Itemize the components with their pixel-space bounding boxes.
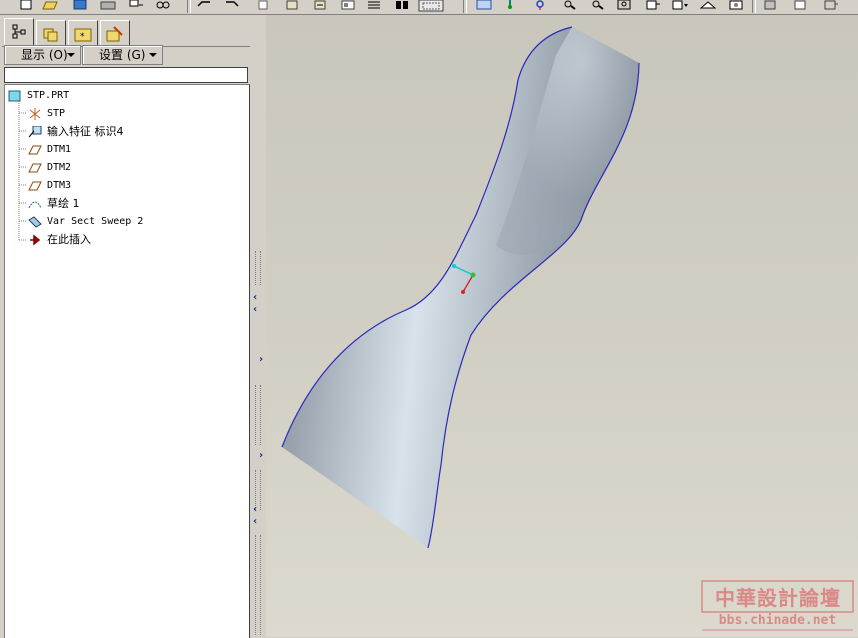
svg-text:*: * — [80, 32, 85, 42]
splitter-grip[interactable] — [255, 385, 261, 445]
redo-icon[interactable] — [224, 0, 240, 10]
tree-item-label: DTM1 — [47, 144, 72, 155]
print-icon[interactable] — [100, 0, 116, 10]
tree-item-label: DTM2 — [47, 162, 72, 173]
select-box-icon[interactable] — [418, 0, 444, 12]
hidden-line-icon[interactable] — [793, 0, 809, 10]
tree-item-label: Var Sect Sweep 2 — [47, 216, 144, 227]
tree-item-label: 在此插入 — [47, 233, 91, 246]
expand-right-icon[interactable]: › — [259, 355, 263, 365]
wireframe-icon[interactable] — [823, 0, 839, 10]
copy-icon[interactable] — [256, 0, 272, 10]
sweep-icon — [28, 216, 42, 228]
open-folder-icon[interactable] — [42, 0, 58, 10]
model-tree-tab[interactable] — [4, 18, 34, 47]
datum-plane-icon — [28, 162, 42, 174]
binoculars-icon[interactable] — [394, 0, 410, 10]
navigator-panel: * 显示 (O) 设置 (G) STP.PRT STP 输入特征 标识4 DTM… — [0, 15, 256, 638]
insert-here-arrow-icon — [28, 234, 42, 246]
watermark-title: 中華設計論壇 — [715, 586, 841, 610]
collapse-left-icon[interactable]: ‹ — [253, 293, 257, 303]
collapse-left-icon[interactable]: ‹ — [253, 505, 257, 515]
panel-tab-strip: * — [2, 18, 254, 47]
tool-icon[interactable] — [128, 0, 144, 10]
new-file-icon[interactable] — [18, 0, 34, 10]
datum-plane-icon — [28, 144, 42, 156]
tree-root-label: STP.PRT — [27, 90, 70, 101]
layers-icon[interactable] — [699, 0, 717, 10]
folder-tab[interactable]: * — [68, 20, 98, 45]
model-tree: STP.PRT STP 输入特征 标识4 DTM1 DTM2 DTM3 草绘 1… — [4, 84, 250, 638]
chevron-down-icon — [149, 53, 157, 57]
settings-dropdown[interactable]: 设置 (G) — [82, 45, 163, 65]
splitter-grip[interactable] — [255, 251, 261, 285]
tree-filter-field[interactable] — [4, 67, 248, 83]
show-dropdown[interactable]: 显示 (O) — [4, 45, 81, 65]
tree-item-label: 输入特征 标识4 — [47, 125, 124, 138]
forum-watermark: 中華設計論壇 bbs.chinade.net — [701, 580, 854, 634]
graphics-viewport[interactable] — [266, 15, 858, 637]
coordinate-system-icon — [28, 108, 42, 120]
save-icon[interactable] — [72, 0, 88, 10]
orient-icon[interactable] — [645, 0, 661, 10]
refit-icon[interactable] — [476, 0, 492, 10]
main-toolbar — [0, 0, 858, 15]
settings-dropdown-label: 设置 (G) — [99, 48, 146, 62]
tree-item-label: STP — [47, 108, 66, 119]
layers-tab[interactable] — [36, 20, 66, 45]
chevron-down-icon — [67, 53, 75, 57]
feature-icon[interactable] — [340, 0, 356, 10]
tree-item-label: DTM3 — [47, 180, 72, 191]
view-icon[interactable] — [532, 0, 548, 10]
paste-special-icon[interactable] — [312, 0, 328, 10]
paste-icon[interactable] — [284, 0, 300, 10]
import-feature-icon — [28, 125, 42, 138]
watermark-url: bbs.chinade.net — [718, 613, 837, 628]
datum-plane-icon — [28, 180, 42, 192]
tree-item-label: 草绘 1 — [47, 197, 80, 210]
sketch-icon — [28, 198, 42, 210]
collapse-left-icon[interactable]: ‹ — [253, 305, 257, 315]
spin-center-icon[interactable] — [502, 0, 518, 10]
favorites-tab[interactable] — [100, 20, 130, 45]
3d-model[interactable] — [266, 15, 858, 637]
undo-icon[interactable] — [196, 0, 212, 10]
part-icon — [8, 90, 22, 102]
link-icon[interactable] — [155, 0, 171, 10]
panel-splitter[interactable]: ‹ ‹ › › ‹ ‹ — [250, 15, 266, 637]
splitter-grip[interactable] — [255, 535, 261, 635]
feature-icon[interactable] — [366, 0, 382, 10]
show-dropdown-label: 显示 (O) — [21, 48, 68, 62]
zoom-out-icon[interactable] — [590, 0, 606, 10]
expand-right-icon[interactable]: › — [259, 451, 263, 461]
shading-icon[interactable] — [763, 0, 779, 10]
display-icon[interactable] — [728, 0, 744, 10]
zoom-window-icon[interactable] — [616, 0, 632, 10]
zoom-in-icon[interactable] — [562, 0, 578, 10]
collapse-left-icon[interactable]: ‹ — [253, 517, 257, 527]
saved-views-icon[interactable] — [672, 0, 688, 10]
tree-menu-row: 显示 (O) 设置 (G) — [4, 45, 250, 65]
